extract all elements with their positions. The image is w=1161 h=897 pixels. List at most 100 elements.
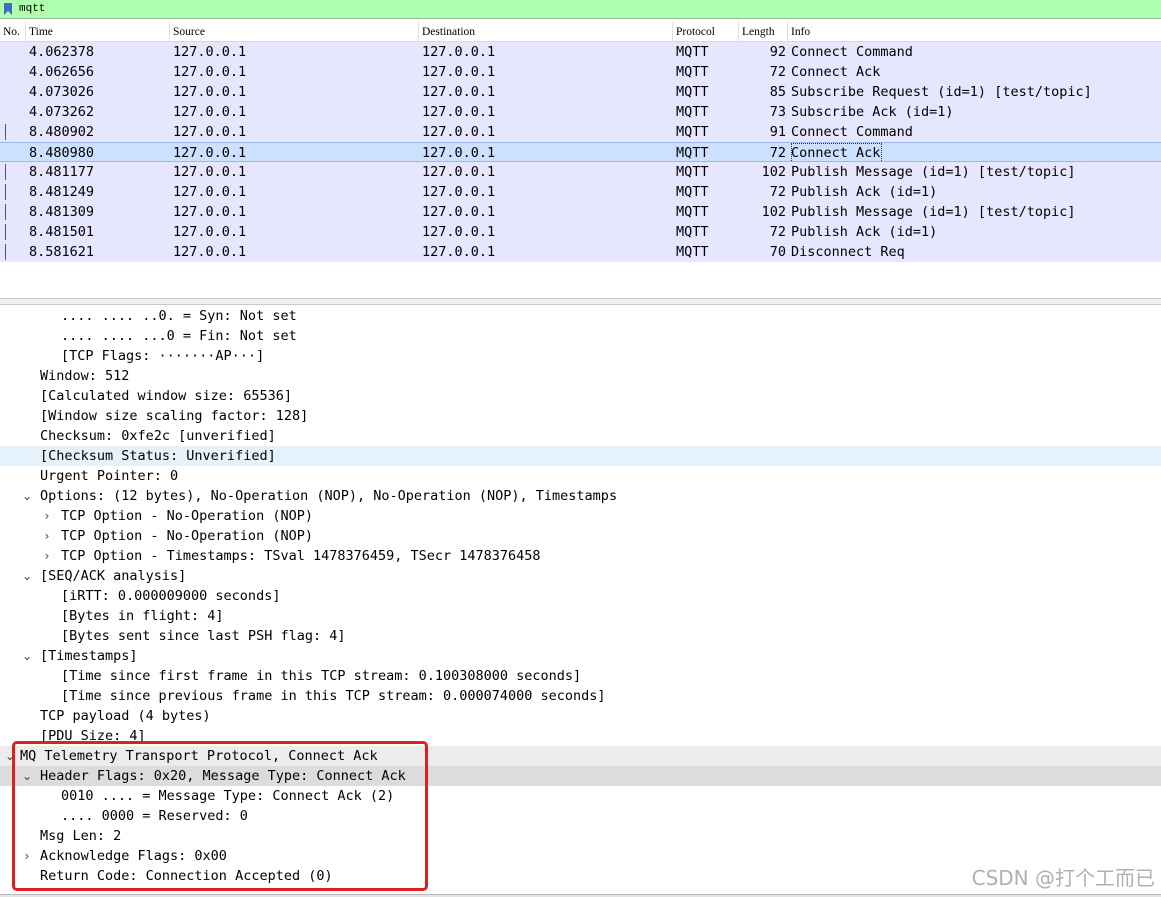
- tree-item-label: [Time since previous frame in this TCP s…: [61, 688, 606, 704]
- column-header-no[interactable]: No.: [0, 22, 26, 42]
- tree-item-label: MQ Telemetry Transport Protocol, Connect…: [20, 748, 378, 764]
- chevron-right-icon[interactable]: ›: [40, 546, 54, 566]
- column-header-time[interactable]: Time: [26, 22, 170, 42]
- tree-item[interactable]: [Time since first frame in this TCP stre…: [0, 666, 1161, 686]
- packet-protocol: MQTT: [676, 204, 709, 220]
- tree-item[interactable]: [Window size scaling factor: 128]: [0, 406, 1161, 426]
- packet-source: 127.0.0.1: [173, 64, 247, 80]
- tree-item-label: [Timestamps]: [40, 648, 138, 664]
- pane-splitter[interactable]: [0, 298, 1161, 305]
- column-header-length[interactable]: Length: [739, 22, 788, 42]
- packet-info: Subscribe Request (id=1) [test/topic]: [791, 84, 1092, 100]
- tree-item-label: .... .... ..0. = Syn: Not set: [61, 308, 297, 324]
- packet-length: 85: [769, 84, 786, 100]
- tree-item[interactable]: › TCP Option - Timestamps: TSval 1478376…: [0, 546, 1161, 566]
- packet-row[interactable]: 8.481249 127.0.0.1 127.0.0.1 MQTT 72 Pub…: [0, 182, 1161, 202]
- packet-destination: 127.0.0.1: [422, 44, 496, 60]
- packet-length: 72: [769, 145, 786, 161]
- packet-row[interactable]: 8.481309 127.0.0.1 127.0.0.1 MQTT 102 Pu…: [0, 202, 1161, 222]
- tree-item-options[interactable]: ⌄ Options: (12 bytes), No-Operation (NOP…: [0, 486, 1161, 506]
- tree-item[interactable]: Window: 512: [0, 366, 1161, 386]
- packet-time: 8.481249: [29, 184, 95, 200]
- packet-time: 8.480902: [29, 124, 95, 140]
- tree-item-label: TCP Option - No-Operation (NOP): [61, 508, 313, 524]
- packet-protocol: MQTT: [676, 184, 709, 200]
- column-header-source[interactable]: Source: [170, 22, 419, 42]
- packet-length: 72: [769, 64, 786, 80]
- packet-protocol: MQTT: [676, 224, 709, 240]
- column-header-protocol[interactable]: Protocol: [673, 22, 739, 42]
- packet-row[interactable]: 4.062378 127.0.0.1 127.0.0.1 MQTT 92 Con…: [0, 42, 1161, 62]
- tree-item[interactable]: TCP payload (4 bytes): [0, 706, 1161, 726]
- tree-item[interactable]: [TCP Flags: ·······AP···]: [0, 346, 1161, 366]
- tree-item[interactable]: .... .... ..0. = Syn: Not set: [0, 306, 1161, 326]
- tree-item[interactable]: Checksum: 0xfe2c [unverified]: [0, 426, 1161, 446]
- packet-destination: 127.0.0.1: [422, 184, 496, 200]
- tree-item-hovered[interactable]: [Checksum Status: Unverified]: [0, 446, 1161, 466]
- tree-item-label: [Time since first frame in this TCP stre…: [61, 668, 582, 684]
- tree-item[interactable]: .... .... ...0 = Fin: Not set: [0, 326, 1161, 346]
- packet-time: 4.073026: [29, 84, 95, 100]
- packet-source: 127.0.0.1: [173, 104, 247, 120]
- packet-source: 127.0.0.1: [173, 124, 247, 140]
- packet-row[interactable]: 8.581621 127.0.0.1 127.0.0.1 MQTT 70 Dis…: [0, 242, 1161, 262]
- packet-length: 72: [769, 184, 786, 200]
- tree-item-label: .... 0000 = Reserved: 0: [61, 808, 248, 824]
- related-packet-marker: [5, 204, 6, 220]
- packet-row[interactable]: 8.481501 127.0.0.1 127.0.0.1 MQTT 72 Pub…: [0, 222, 1161, 242]
- column-header-info[interactable]: Info: [788, 22, 1161, 42]
- chevron-right-icon[interactable]: ›: [20, 846, 34, 866]
- tree-item[interactable]: [Calculated window size: 65536]: [0, 386, 1161, 406]
- tree-item-header-flags-selected[interactable]: ⌄ Header Flags: 0x20, Message Type: Conn…: [0, 766, 1161, 786]
- packet-length: 72: [769, 224, 786, 240]
- packet-protocol: MQTT: [676, 84, 709, 100]
- tree-item[interactable]: Msg Len: 2: [0, 826, 1161, 846]
- related-packet-marker: [5, 244, 6, 260]
- packet-row[interactable]: 4.073026 127.0.0.1 127.0.0.1 MQTT 85 Sub…: [0, 82, 1161, 102]
- tree-item[interactable]: › TCP Option - No-Operation (NOP): [0, 526, 1161, 546]
- tree-item[interactable]: [Bytes in flight: 4]: [0, 606, 1161, 626]
- tree-item-label: [PDU Size: 4]: [40, 728, 146, 744]
- packet-source: 127.0.0.1: [173, 84, 247, 100]
- display-filter-input[interactable]: [15, 0, 1161, 18]
- tree-item[interactable]: Urgent Pointer: 0: [0, 466, 1161, 486]
- packet-info: Disconnect Req: [791, 244, 905, 260]
- tree-item-mqtt-protocol[interactable]: ⌄ MQ Telemetry Transport Protocol, Conne…: [0, 746, 1161, 766]
- packet-info: Connect Ack: [791, 64, 881, 80]
- packet-time: 4.062378: [29, 44, 95, 60]
- tree-item-seq-ack[interactable]: ⌄ [SEQ/ACK analysis]: [0, 566, 1161, 586]
- tree-item[interactable]: [Time since previous frame in this TCP s…: [0, 686, 1161, 706]
- chevron-right-icon[interactable]: ›: [40, 506, 54, 526]
- packet-protocol: MQTT: [676, 44, 709, 60]
- tree-item[interactable]: › TCP Option - No-Operation (NOP): [0, 506, 1161, 526]
- tree-item-timestamps[interactable]: ⌄ [Timestamps]: [0, 646, 1161, 666]
- display-filter-bar[interactable]: [0, 0, 1161, 19]
- packet-row-selected[interactable]: 8.480980 127.0.0.1 127.0.0.1 MQTT 72 Con…: [0, 142, 1161, 163]
- chevron-down-icon[interactable]: ⌄: [20, 566, 34, 586]
- tree-item-label: Window: 512: [40, 368, 130, 384]
- chevron-down-icon[interactable]: ⌄: [20, 646, 34, 666]
- packet-length: 73: [769, 104, 786, 120]
- column-header-destination[interactable]: Destination: [419, 22, 673, 42]
- packet-row[interactable]: 8.481177 127.0.0.1 127.0.0.1 MQTT 102 Pu…: [0, 162, 1161, 182]
- packet-row[interactable]: 4.062656 127.0.0.1 127.0.0.1 MQTT 72 Con…: [0, 62, 1161, 82]
- packet-list-empty-area: [0, 262, 1161, 298]
- packet-row[interactable]: 4.073262 127.0.0.1 127.0.0.1 MQTT 73 Sub…: [0, 102, 1161, 122]
- packet-source: 127.0.0.1: [173, 184, 247, 200]
- tree-item[interactable]: [iRTT: 0.000009000 seconds]: [0, 586, 1161, 606]
- chevron-down-icon[interactable]: ⌄: [20, 486, 34, 506]
- tree-item[interactable]: .... 0000 = Reserved: 0: [0, 806, 1161, 826]
- tree-item-label: Header Flags: 0x20, Message Type: Connec…: [40, 768, 406, 784]
- tree-item[interactable]: [PDU Size: 4]: [0, 726, 1161, 746]
- packet-destination: 127.0.0.1: [422, 124, 496, 140]
- tree-item[interactable]: [Bytes sent since last PSH flag: 4]: [0, 626, 1161, 646]
- chevron-down-icon[interactable]: ⌄: [20, 766, 34, 786]
- packet-protocol: MQTT: [676, 145, 709, 161]
- tree-item[interactable]: 0010 .... = Message Type: Connect Ack (2…: [0, 786, 1161, 806]
- bookmark-icon[interactable]: [1, 1, 15, 18]
- tree-item-label: TCP payload (4 bytes): [40, 708, 211, 724]
- chevron-right-icon[interactable]: ›: [40, 526, 54, 546]
- packet-row[interactable]: 8.480902 127.0.0.1 127.0.0.1 MQTT 91 Con…: [0, 122, 1161, 142]
- tree-item-label: [Checksum Status: Unverified]: [40, 448, 276, 464]
- chevron-down-icon[interactable]: ⌄: [3, 746, 17, 766]
